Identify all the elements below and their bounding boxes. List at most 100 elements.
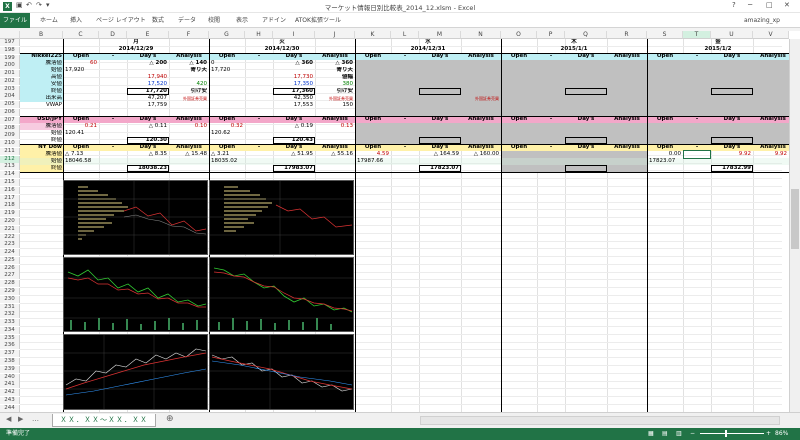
row-header[interactable]: 230	[0, 295, 20, 303]
col-header[interactable]: R	[607, 31, 647, 39]
scroll-thumb[interactable]	[791, 189, 799, 249]
cell-value[interactable]: 17,350	[273, 81, 313, 88]
cell-value[interactable]: 17987.66	[357, 158, 391, 165]
col-header[interactable]: E	[127, 31, 169, 39]
row-header[interactable]: 209	[0, 132, 20, 140]
row-header[interactable]: 227	[0, 272, 20, 280]
col-header[interactable]: L	[391, 31, 419, 39]
row-header[interactable]: 218	[0, 202, 20, 210]
cell-value[interactable]: 18038.23	[127, 165, 167, 172]
col-header[interactable]: J	[315, 31, 355, 39]
market-chart-image[interactable]	[209, 334, 354, 410]
cell-value[interactable]: 引け安	[315, 88, 353, 95]
cell-value[interactable]: 0.13	[315, 123, 353, 130]
zoom-level[interactable]: 86%	[775, 428, 788, 440]
row-header[interactable]: 222	[0, 233, 20, 241]
row-header[interactable]: 239	[0, 365, 20, 373]
col-header[interactable]: S	[647, 31, 683, 39]
row-header[interactable]: 207	[0, 116, 20, 124]
cell-value[interactable]: 外国証券売買	[315, 95, 353, 102]
col-header[interactable]: F	[169, 31, 209, 39]
cell-value[interactable]: △ 3.21	[211, 151, 245, 158]
cell-value[interactable]: △ 55.16	[315, 151, 353, 158]
col-header[interactable]: M	[419, 31, 461, 39]
row-header[interactable]: 202	[0, 77, 20, 85]
row-header[interactable]: 205	[0, 101, 20, 109]
tab-data[interactable]: データ	[178, 13, 196, 28]
col-header[interactable]: P	[537, 31, 565, 39]
cell-value[interactable]: 120.43	[273, 137, 313, 144]
cell-value[interactable]: 17,759	[127, 102, 167, 109]
row-header[interactable]: 235	[0, 334, 20, 342]
cell-value[interactable]: 17,940	[127, 74, 167, 81]
more-sheets-icon[interactable]: …	[32, 415, 39, 423]
close-button[interactable]: ✕	[784, 1, 790, 9]
row-header[interactable]: 210	[0, 140, 20, 148]
col-header[interactable]: U	[711, 31, 753, 39]
col-header[interactable]: Q	[565, 31, 607, 39]
sheet-tab[interactable]: ＸＸ．ＸＸ～ＸＸ．ＸＸ	[52, 414, 156, 427]
cell-value[interactable]: △ 200	[127, 60, 167, 67]
row-header[interactable]: 219	[0, 210, 20, 218]
cell-value[interactable]: 120.62	[211, 130, 245, 137]
cell-value[interactable]: △ 0.11	[127, 123, 167, 130]
tab-formulas[interactable]: 数式	[152, 13, 164, 28]
market-chart-image[interactable]	[209, 257, 354, 332]
view-layout-icon[interactable]: ▤	[662, 428, 668, 440]
row-header[interactable]: 243	[0, 396, 20, 404]
row-header[interactable]: 221	[0, 225, 20, 233]
cell-value[interactable]: 値幅	[315, 74, 353, 81]
cell-value[interactable]: 引け安	[169, 88, 207, 95]
col-header[interactable]: V	[753, 31, 789, 39]
col-header[interactable]: I	[273, 31, 315, 39]
cell-value[interactable]: △ 160.00	[461, 151, 499, 158]
row-header[interactable]: 200	[0, 62, 20, 70]
row-header[interactable]: 213	[0, 163, 20, 171]
market-chart-image[interactable]	[209, 180, 354, 255]
col-header[interactable]: C	[63, 31, 99, 39]
row-header[interactable]: 217	[0, 194, 20, 202]
row-header[interactable]: 233	[0, 319, 20, 327]
tab-insert[interactable]: 挿入	[70, 13, 82, 28]
cell-value[interactable]: 17832.99	[711, 165, 751, 172]
tab-home[interactable]: ホーム	[40, 13, 58, 28]
col-header[interactable]: G	[209, 31, 245, 39]
tab-addins[interactable]: アドイン	[262, 13, 286, 28]
cell-value[interactable]: 17,720	[211, 67, 245, 74]
prev-sheet-icon[interactable]: ◀	[6, 415, 11, 423]
row-header[interactable]: 201	[0, 70, 20, 78]
tab-page-layout[interactable]: ページ レイアウト	[96, 13, 146, 28]
minimize-button[interactable]: ─	[748, 1, 752, 9]
col-header[interactable]: B	[20, 31, 63, 39]
cell-value[interactable]: △ 140	[169, 60, 207, 67]
horizontal-scrollbar[interactable]	[420, 416, 780, 425]
zoom-slider[interactable]	[700, 433, 764, 434]
cell-value[interactable]: 18046.58	[65, 158, 99, 165]
row-header[interactable]: 208	[0, 124, 20, 132]
restore-button[interactable]: □	[766, 1, 773, 9]
market-chart-image[interactable]	[63, 180, 208, 255]
tab-view[interactable]: 表示	[236, 13, 248, 28]
row-header[interactable]: 241	[0, 381, 20, 389]
row-header[interactable]: 231	[0, 303, 20, 311]
cell-value[interactable]: △ 8.35	[127, 151, 167, 158]
cell-value[interactable]: 17,360	[273, 88, 313, 95]
row-header[interactable]: 242	[0, 389, 20, 397]
col-header[interactable]: O	[501, 31, 537, 39]
cell-value[interactable]: △ 360	[273, 60, 313, 67]
cell-value[interactable]: 9.92	[711, 151, 751, 158]
col-header[interactable]: K	[355, 31, 391, 39]
cell-value[interactable]: 4.59	[355, 151, 389, 158]
row-header[interactable]: 203	[0, 85, 20, 93]
col-header[interactable]: H	[245, 31, 273, 39]
cell-value[interactable]: 47,207	[127, 95, 167, 102]
cell-value[interactable]: 0.10	[169, 123, 207, 130]
cell-value[interactable]: 150	[315, 102, 354, 109]
select-all-corner[interactable]	[0, 31, 20, 39]
cell-value[interactable]: 42,350	[273, 95, 313, 102]
cell-value[interactable]: 18035.02	[211, 158, 245, 165]
view-normal-icon[interactable]: ▦	[648, 428, 654, 440]
market-chart-image[interactable]	[63, 257, 208, 332]
row-header[interactable]: 224	[0, 249, 20, 257]
zoom-out-icon[interactable]: −	[690, 428, 695, 440]
